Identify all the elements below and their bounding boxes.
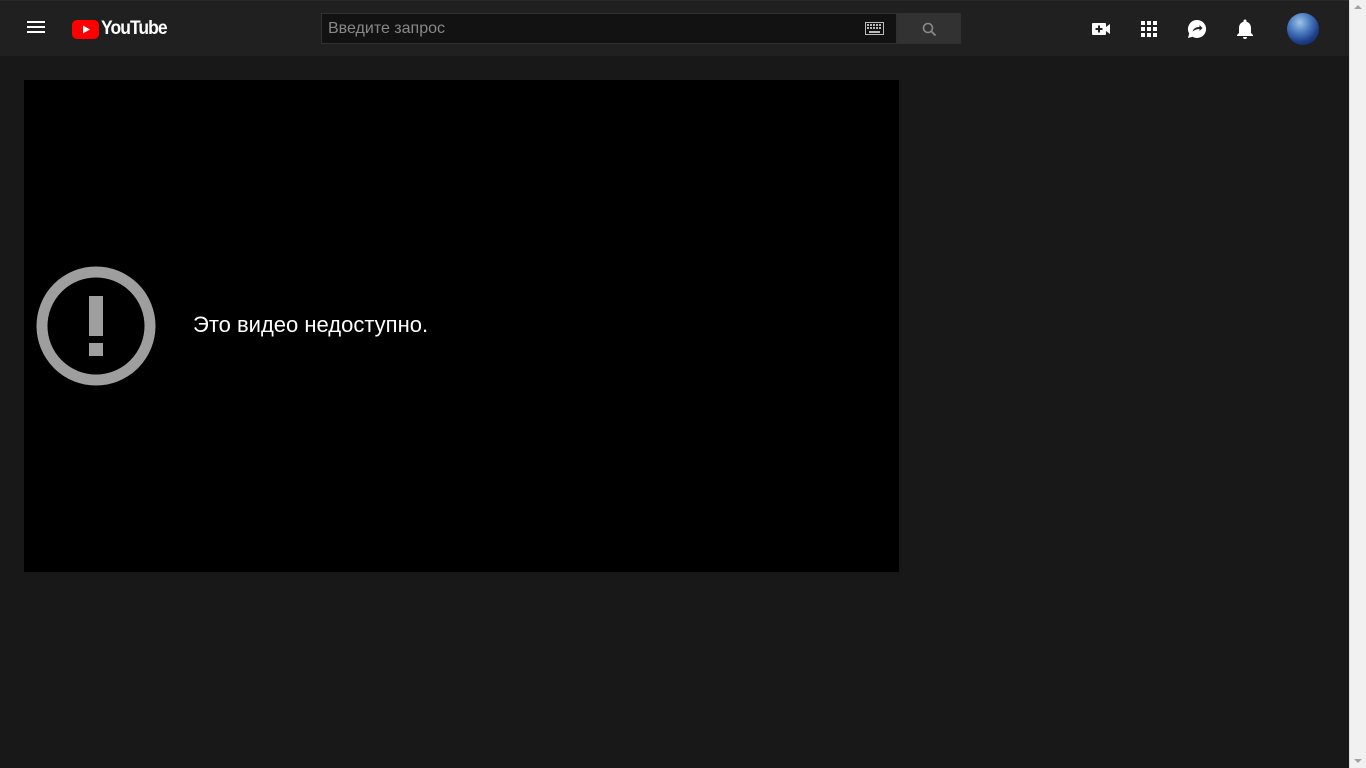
error-message: Это видео недоступно. xyxy=(193,312,429,337)
youtube-logo[interactable]: YouTube xyxy=(72,17,172,41)
scrollbar[interactable] xyxy=(1349,0,1366,768)
search-box xyxy=(321,13,897,44)
create-video-button[interactable] xyxy=(1089,17,1113,41)
page: YouTube Введите запрос Это видео недосту… xyxy=(0,0,1366,768)
messages-icon xyxy=(1187,19,1207,38)
create-video-icon xyxy=(1092,23,1110,35)
masthead: YouTube xyxy=(0,0,1349,56)
search-button[interactable] xyxy=(897,13,961,44)
messages-button[interactable] xyxy=(1185,17,1209,41)
logo-text: YouTube xyxy=(101,18,168,39)
keyboard-icon[interactable] xyxy=(865,22,884,35)
video-player[interactable]: Это видео недоступно. xyxy=(24,80,899,572)
bell-icon xyxy=(1237,19,1253,39)
scroll-up-arrow-icon[interactable] xyxy=(1354,5,1362,9)
search-icon xyxy=(922,22,937,37)
guide-menu-button[interactable] xyxy=(24,15,48,39)
scroll-down-arrow-icon[interactable] xyxy=(1354,759,1362,763)
apps-button[interactable] xyxy=(1137,17,1161,41)
notifications-button[interactable] xyxy=(1233,17,1257,41)
apps-grid-icon xyxy=(1141,21,1157,37)
search-input[interactable] xyxy=(322,14,852,43)
menu-icon xyxy=(27,21,45,33)
youtube-logo-icon xyxy=(72,19,99,39)
error-exclamation-icon xyxy=(36,266,156,386)
avatar[interactable] xyxy=(1287,13,1319,45)
